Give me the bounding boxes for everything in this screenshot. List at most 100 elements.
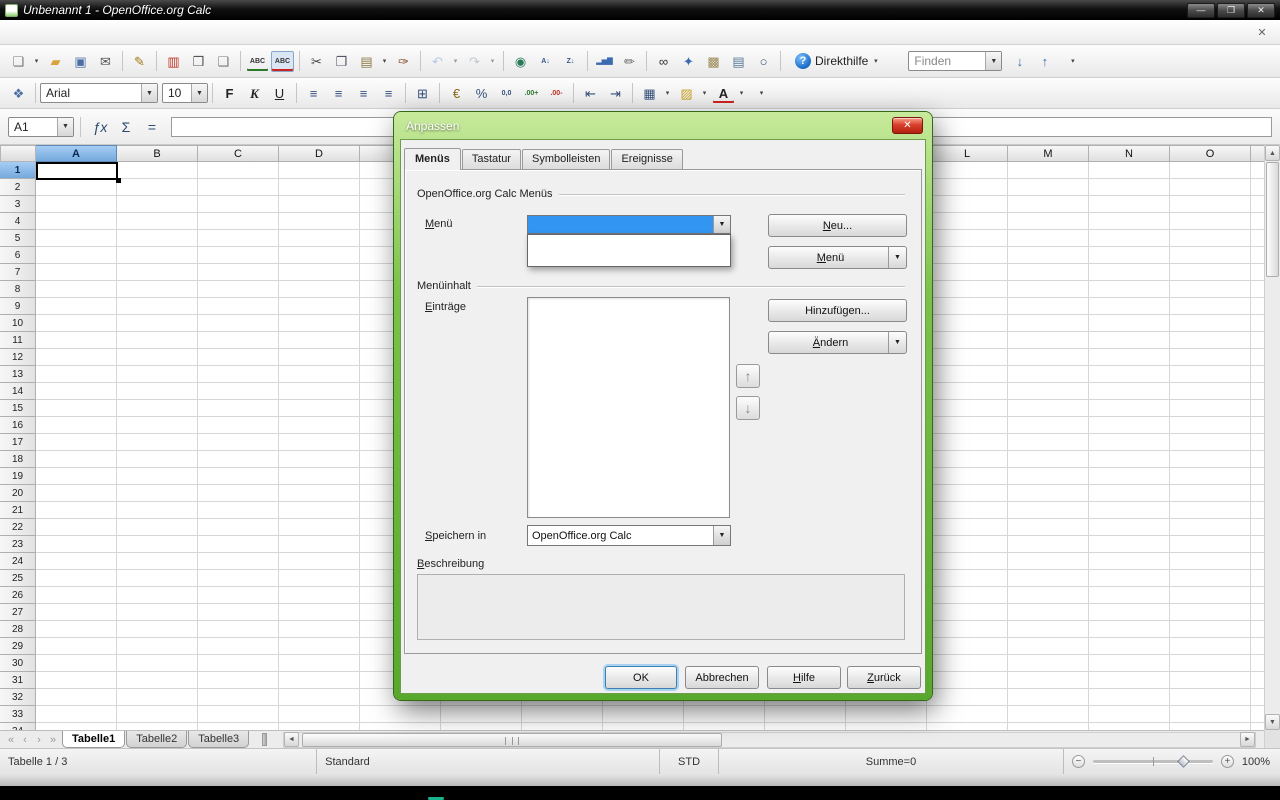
find-toolbar-combobox[interactable]: Finden ▼ (908, 51, 1002, 71)
navigator-icon[interactable]: ✦ (677, 51, 700, 72)
horizontal-scrollbar-thumb[interactable] (302, 733, 722, 747)
autospellcheck-icon[interactable]: ABC (271, 51, 294, 72)
previous-sheet-button[interactable]: ‹ (18, 732, 32, 748)
borders-icon[interactable]: ▦ (638, 83, 661, 104)
row-header-3[interactable]: 3 (0, 196, 36, 213)
insert-chart-icon[interactable]: ▂▅▇ (593, 51, 616, 72)
align-center-icon[interactable]: ≡ (327, 83, 350, 104)
find-next-icon[interactable]: ↓ (1008, 51, 1031, 72)
sheet-tab-tabelle2[interactable]: Tabelle2 (126, 731, 187, 748)
save-in-combobox[interactable]: OpenOffice.org Calc ▼ (527, 525, 731, 546)
row-header-23[interactable]: 23 (0, 536, 36, 553)
modify-split-button[interactable]: Ändern ▼ (768, 331, 907, 354)
menu-combobox[interactable]: ▼ (527, 215, 731, 234)
copy-icon[interactable]: ❐ (330, 51, 353, 72)
scroll-down-icon[interactable]: ▼ (1265, 714, 1280, 730)
modify-button-dropdown-icon[interactable]: ▼ (888, 332, 906, 353)
maximize-button[interactable]: ❐ (1217, 3, 1245, 18)
row-header-20[interactable]: 20 (0, 485, 36, 502)
row-header-5[interactable]: 5 (0, 230, 36, 247)
align-left-icon[interactable]: ≡ (302, 83, 325, 104)
edit-file-icon[interactable]: ✎ (128, 51, 151, 72)
vertical-scrollbar[interactable]: ▲ ▼ (1264, 145, 1280, 730)
align-justified-icon[interactable]: ≡ (377, 83, 400, 104)
save-in-value[interactable]: OpenOffice.org Calc (528, 526, 713, 545)
row-header-21[interactable]: 21 (0, 502, 36, 519)
help-button[interactable]: Hilfe (767, 666, 841, 689)
status-selection-mode[interactable]: STD (660, 749, 719, 774)
row-header-12[interactable]: 12 (0, 349, 36, 366)
formatting-overflow-icon[interactable]: ▾ (756, 83, 767, 104)
new-document-dropdown[interactable]: ▾ (31, 51, 42, 72)
gallery-icon[interactable]: ▩ (702, 51, 725, 72)
font-name-value[interactable]: Arial (41, 84, 141, 102)
dialog-tab-ereignisse[interactable]: Ereignisse (611, 149, 682, 169)
font-size-value[interactable]: 10 (163, 84, 191, 102)
column-header-c[interactable]: C (198, 145, 279, 162)
row-header-4[interactable]: 4 (0, 213, 36, 230)
zoom-slider[interactable] (1093, 760, 1213, 763)
row-header-34[interactable]: 34 (0, 723, 36, 730)
name-box-dropdown-icon[interactable]: ▼ (57, 118, 73, 136)
row-header-15[interactable]: 15 (0, 400, 36, 417)
sum-icon[interactable]: Σ (114, 117, 138, 137)
scroll-left-icon[interactable]: ◄ (284, 732, 299, 747)
name-box[interactable]: A1 ▼ (8, 117, 74, 137)
borders-dropdown[interactable]: ▾ (662, 83, 673, 104)
menu-combobox-value[interactable] (528, 216, 713, 233)
find-input[interactable]: Finden (909, 52, 985, 70)
font-size-combobox[interactable]: 10 ▼ (162, 83, 208, 103)
direkthilfe-dropdown[interactable]: ▾ (870, 51, 881, 72)
dialog-titlebar[interactable]: Anpassen ✕ (394, 112, 932, 139)
delete-decimal-place-icon[interactable]: .00- (545, 83, 568, 104)
status-sum[interactable]: Summe=0 (719, 749, 1064, 774)
column-header-b[interactable]: B (117, 145, 198, 162)
direkthilfe-label[interactable]: Direkthilfe (815, 54, 868, 68)
column-header-l[interactable]: L (927, 145, 1008, 162)
row-header-26[interactable]: 26 (0, 587, 36, 604)
row-header-32[interactable]: 32 (0, 689, 36, 706)
row-header-11[interactable]: 11 (0, 332, 36, 349)
vertical-scrollbar-thumb[interactable] (1266, 162, 1279, 277)
row-header-16[interactable]: 16 (0, 417, 36, 434)
sheet-tab-tabelle3[interactable]: Tabelle3 (188, 731, 249, 748)
decrease-indent-icon[interactable]: ⇤ (579, 83, 602, 104)
row-header-33[interactable]: 33 (0, 706, 36, 723)
format-paintbrush-icon[interactable]: ✑ (392, 51, 415, 72)
undo-dropdown[interactable]: ▾ (450, 51, 461, 72)
font-name-combobox[interactable]: Arial ▼ (40, 83, 158, 103)
row-header-30[interactable]: 30 (0, 655, 36, 672)
row-header-7[interactable]: 7 (0, 264, 36, 281)
row-header-9[interactable]: 9 (0, 298, 36, 315)
column-header-a[interactable]: A (36, 145, 117, 162)
row-header-27[interactable]: 27 (0, 604, 36, 621)
function-wizard-icon[interactable]: ƒx (88, 117, 112, 137)
document-as-email-icon[interactable]: ✉ (94, 51, 117, 72)
menu-split-button[interactable]: Menü ▼ (768, 246, 907, 269)
move-down-button[interactable]: ↓ (736, 396, 760, 420)
new-menu-button[interactable]: Neu... (768, 214, 907, 237)
find-and-replace-icon[interactable]: ∞ (652, 51, 675, 72)
dialog-tab-menus[interactable]: Menüs (404, 148, 461, 170)
hyperlink-icon[interactable]: ◉ (509, 51, 532, 72)
sort-descending-icon[interactable]: Z↓ (559, 51, 582, 72)
increase-indent-icon[interactable]: ⇥ (604, 83, 627, 104)
paste-icon[interactable]: ▤ (355, 51, 378, 72)
font-color-dropdown[interactable]: ▾ (736, 83, 747, 104)
menu-combobox-dropdown-icon[interactable]: ▼ (713, 216, 730, 233)
entries-listbox[interactable] (527, 297, 730, 518)
print-icon[interactable]: ❒ (187, 51, 210, 72)
row-header-17[interactable]: 17 (0, 434, 36, 451)
row-header-31[interactable]: 31 (0, 672, 36, 689)
row-header-25[interactable]: 25 (0, 570, 36, 587)
align-right-icon[interactable]: ≡ (352, 83, 375, 104)
font-name-dropdown-icon[interactable]: ▼ (141, 84, 157, 102)
sort-ascending-icon[interactable]: A↓ (534, 51, 557, 72)
help-icon[interactable]: ? (795, 53, 811, 69)
cancel-button[interactable]: Abbrechen (685, 666, 759, 689)
row-header-28[interactable]: 28 (0, 621, 36, 638)
background-color-icon[interactable]: ▨ (675, 83, 698, 104)
styles-and-formatting-icon[interactable]: ❖ (7, 83, 30, 104)
column-header-d[interactable]: D (279, 145, 360, 162)
save-icon[interactable]: ▣ (69, 51, 92, 72)
